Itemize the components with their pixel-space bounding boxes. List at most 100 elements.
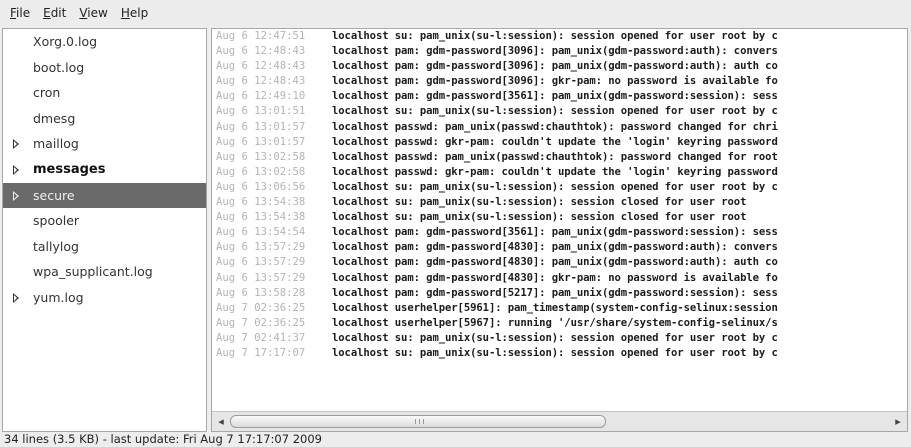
log-message: localhost pam: gdm-password[4830]: pam_u… [332, 256, 778, 269]
log-message: localhost su: pam_unix(su-l:session): se… [332, 211, 747, 224]
log-line[interactable]: Aug 7 02:41:37 localhost su: pam_unix(su-… [212, 331, 907, 346]
log-timestamp: Aug 6 13:54:38 [216, 211, 306, 224]
sidebar-item-label: boot.log [33, 59, 85, 75]
log-message: localhost su: pam_unix(su-l:session): se… [332, 180, 778, 193]
log-line[interactable]: Aug 6 12:49:10 localhost pam: gdm-passwor… [212, 89, 907, 104]
log-timestamp: Aug 6 13:58:28 [216, 286, 306, 299]
log-line[interactable]: Aug 7 17:17:07 localhost su: pam_unix(su-… [212, 346, 907, 361]
log-line[interactable]: Aug 6 13:57:29 localhost pam: gdm-passwor… [212, 255, 907, 270]
sidebar-item-wpa-supplicant-log[interactable]: wpa_supplicant.log [3, 259, 206, 285]
log-message: localhost pam: gdm-password[3096]: gkr-p… [332, 75, 778, 88]
log-line[interactable]: Aug 7 02:36:25 localhost userhelper[5961]… [212, 301, 907, 316]
sidebar-item-label: tallylog [33, 238, 79, 254]
log-line[interactable]: Aug 6 13:58:28 localhost pam: gdm-passwor… [212, 286, 907, 301]
log-message: localhost su: pam_unix(su-l:session): se… [332, 105, 778, 118]
log-message: localhost su: pam_unix(su-l:session): se… [332, 331, 778, 344]
log-timestamp: Aug 6 12:48:43 [216, 75, 306, 88]
log-line[interactable]: Aug 6 13:54:38 localhost su: pam_unix(su-… [212, 210, 907, 225]
log-message: localhost userhelper[5961]: pam_timestam… [332, 301, 778, 314]
scroll-grip [414, 419, 416, 424]
log-timestamp: Aug 6 13:57:29 [216, 241, 306, 254]
expander-triangle-icon[interactable] [13, 292, 19, 303]
log-message: localhost pam: gdm-password[3096]: pam_u… [332, 60, 778, 73]
log-message: localhost userhelper[5967]: running '/us… [332, 316, 778, 329]
log-message: localhost passwd: gkr-pam: couldn't upda… [332, 135, 778, 148]
sidebar-item-label: yum.log [33, 289, 84, 305]
sidebar-item-yum-log[interactable]: yum.log [3, 285, 206, 311]
log-message: localhost passwd: pam_unix(passwd:chauth… [332, 150, 778, 163]
log-message: localhost pam: gdm-password[3561]: pam_u… [332, 226, 778, 239]
log-viewer: Aug 6 12:47:51 localhost su: pam_unix(su-… [211, 28, 908, 432]
log-message: localhost pam: gdm-password[3096]: pam_u… [332, 45, 778, 58]
log-line[interactable]: Aug 6 12:48:43 localhost pam: gdm-passwor… [212, 59, 907, 74]
log-line[interactable]: Aug 6 12:47:51 localhost su: pam_unix(su-… [212, 29, 907, 44]
log-timestamp: Aug 7 02:36:25 [216, 316, 306, 329]
log-line[interactable]: Aug 6 13:01:51 localhost su: pam_unix(su-… [212, 104, 907, 119]
log-line[interactable]: Aug 6 13:01:57 localhost passwd: gkr-pam:… [212, 135, 907, 150]
log-timestamp: Aug 6 13:54:38 [216, 196, 306, 209]
log-line[interactable]: Aug 6 13:01:57 localhost passwd: pam_unix… [212, 120, 907, 135]
scroll-thumb[interactable] [230, 415, 606, 428]
scroll-right-icon[interactable]: ▸ [891, 414, 905, 429]
log-timestamp: Aug 6 13:06:56 [216, 180, 306, 193]
log-timestamp: Aug 6 12:48:43 [216, 60, 306, 73]
log-message: localhost pam: gdm-password[3561]: pam_u… [332, 90, 778, 103]
log-line[interactable]: Aug 6 13:02:58 localhost passwd: pam_unix… [212, 150, 907, 165]
log-timestamp: Aug 6 12:48:43 [216, 45, 306, 58]
log-timestamp: Aug 6 13:57:29 [216, 271, 306, 284]
log-line[interactable]: Aug 6 13:57:29 localhost pam: gdm-passwor… [212, 271, 907, 286]
log-line[interactable]: Aug 6 13:06:56 localhost su: pam_unix(su-… [212, 180, 907, 195]
log-line[interactable]: Aug 6 12:48:43 localhost pam: gdm-passwor… [212, 74, 907, 89]
sidebar-item-tallylog[interactable]: tallylog [3, 234, 206, 260]
sidebar-item-messages[interactable]: messages [3, 157, 206, 183]
scroll-grip [422, 419, 424, 424]
sidebar-item-label: secure [33, 187, 75, 203]
status-bar: 34 lines (3.5 KB) - last update: Fri Aug… [4, 432, 322, 446]
sidebar-item-xorg-0-log[interactable]: Xorg.0.log [3, 29, 206, 55]
log-file-list: Xorg.0.log boot.log cron dmesg maillog messag… [2, 28, 207, 432]
log-line[interactable]: Aug 6 13:54:38 localhost su: pam_unix(su-… [212, 195, 907, 210]
sidebar-item-dmesg[interactable]: dmesg [3, 106, 206, 132]
menu-edit[interactable]: Edit [39, 6, 75, 20]
log-message: localhost pam: gdm-password[4830]: pam_u… [332, 241, 778, 254]
log-line[interactable]: Aug 6 13:54:54 localhost pam: gdm-passwor… [212, 225, 907, 240]
sidebar-item-label: Xorg.0.log [33, 34, 98, 49]
sidebar-item-label: maillog [33, 136, 79, 152]
menubar: File Edit View Help [0, 0, 911, 26]
log-line[interactable]: Aug 6 13:02:58 localhost passwd: gkr-pam:… [212, 165, 907, 180]
expander-triangle-icon[interactable] [13, 190, 19, 201]
expander-triangle-icon[interactable] [13, 164, 19, 175]
scroll-left-icon[interactable]: ◂ [214, 414, 228, 429]
log-timestamp: Aug 6 13:54:54 [216, 226, 306, 239]
expander-triangle-icon[interactable] [13, 139, 19, 150]
sidebar-item-cron[interactable]: cron [3, 80, 206, 106]
log-timestamp: Aug 7 17:17:07 [216, 346, 306, 359]
menu-view[interactable]: View [75, 6, 116, 20]
sidebar-item-boot-log[interactable]: boot.log [3, 55, 206, 81]
log-line[interactable]: Aug 6 12:48:43 localhost pam: gdm-passwor… [212, 44, 907, 59]
menu-file[interactable]: File [6, 6, 39, 20]
menu-help[interactable]: Help [117, 6, 157, 20]
sidebar-item-secure[interactable]: secure [3, 182, 206, 209]
log-message: localhost su: pam_unix(su-l:session): se… [332, 346, 778, 359]
log-message: localhost passwd: pam_unix(passwd:chauth… [332, 120, 778, 133]
log-timestamp: Aug 6 13:02:58 [216, 150, 306, 163]
log-timestamp: Aug 7 02:36:25 [216, 301, 306, 314]
horizontal-scrollbar[interactable]: ◂ ▸ [212, 411, 907, 431]
sidebar-item-spooler[interactable]: spooler [3, 208, 206, 234]
log-line[interactable]: Aug 6 13:57:29 localhost pam: gdm-passwor… [212, 240, 907, 255]
log-timestamp: Aug 6 12:47:51 [216, 30, 306, 42]
log-message: localhost pam: gdm-password[4830]: gkr-p… [332, 271, 778, 284]
log-lines: Aug 6 12:47:51 localhost su: pam_unix(su-… [212, 29, 907, 412]
sidebar-item-label: dmesg [33, 110, 76, 126]
log-message: localhost su: pam_unix(su-l:session): se… [332, 30, 778, 42]
log-line[interactable]: Aug 7 02:36:25 localhost userhelper[5967]… [212, 316, 907, 331]
scroll-grip [418, 419, 420, 424]
scroll-track[interactable] [230, 415, 889, 428]
log-message: localhost pam: gdm-password[5217]: pam_u… [332, 286, 778, 299]
log-timestamp: Aug 6 13:01:57 [216, 135, 306, 148]
log-timestamp: Aug 6 13:01:51 [216, 105, 306, 118]
sidebar-item-maillog[interactable]: maillog [3, 131, 206, 157]
log-message: localhost su: pam_unix(su-l:session): se… [332, 196, 747, 209]
sidebar-item-label: spooler [33, 213, 80, 229]
